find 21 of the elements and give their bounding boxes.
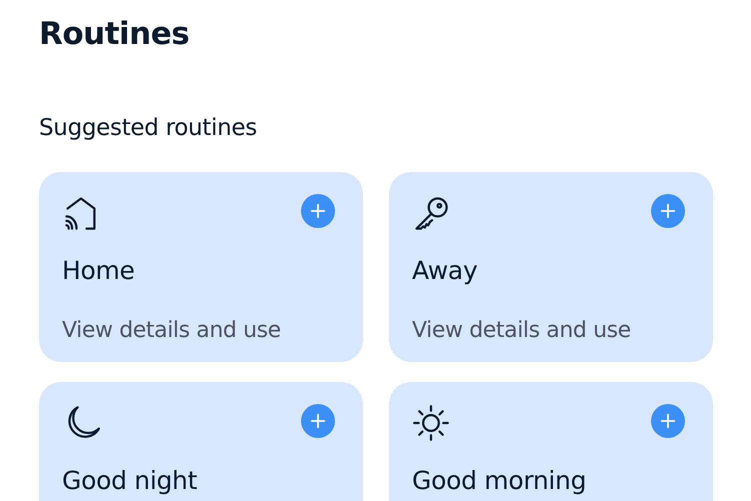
section-heading: Suggested routines <box>39 114 258 143</box>
add-button[interactable] <box>651 404 685 438</box>
routine-subtitle: View details and use <box>62 317 282 345</box>
routine-subtitle: View details and use <box>412 317 632 345</box>
routine-card[interactable]: Away View details and use <box>389 172 713 362</box>
plus-icon <box>659 412 677 430</box>
plus-icon <box>309 202 327 220</box>
routine-title: Good morning <box>412 466 588 496</box>
routine-title: Good night <box>62 466 198 496</box>
plus-icon <box>659 202 677 220</box>
routine-card[interactable]: Good night <box>39 382 363 501</box>
page-title: Routines <box>39 15 190 54</box>
sun-icon <box>412 404 450 442</box>
add-button[interactable] <box>301 194 335 228</box>
add-button[interactable] <box>651 194 685 228</box>
routine-card[interactable]: Home View details and use <box>39 172 363 362</box>
routine-title: Home <box>62 256 136 286</box>
routine-card[interactable]: Good morning <box>389 382 713 501</box>
add-button[interactable] <box>301 404 335 438</box>
plus-icon <box>309 412 327 430</box>
routine-title: Away <box>412 256 478 286</box>
